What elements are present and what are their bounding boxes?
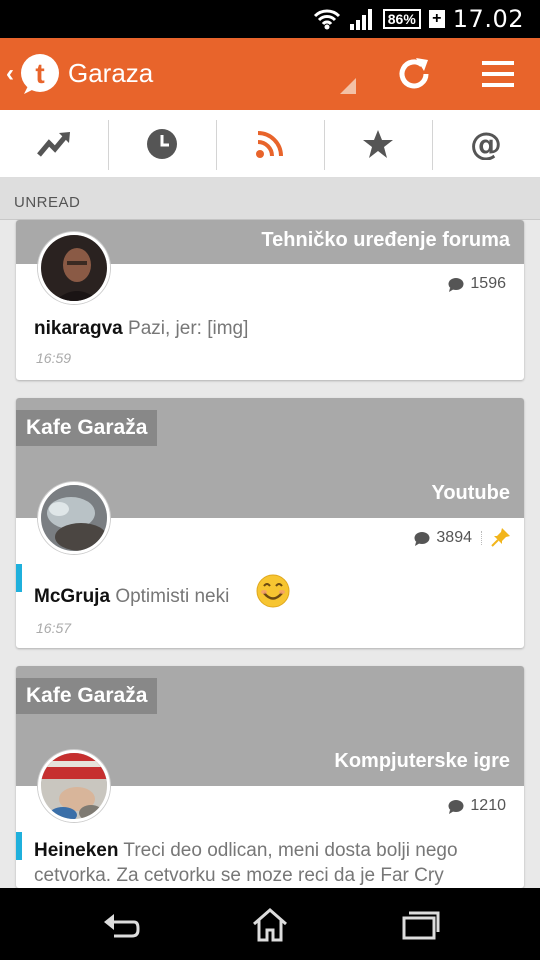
charging-icon: + [428,10,445,28]
refresh-icon[interactable] [394,54,434,94]
trending-icon [37,131,70,157]
post-author[interactable]: Heineken [34,840,118,861]
signal-icon [349,9,372,30]
comment-icon [414,531,430,546]
tab-mentions[interactable]: @ [432,110,540,177]
avatar[interactable] [38,232,110,304]
battery-indicator: 86% [382,9,421,29]
comment-icon [448,799,464,814]
forum-title[interactable]: Garaza [68,58,153,89]
clock-icon [147,128,177,159]
count-separator [481,531,482,545]
category-label[interactable]: Kafe Garaža [16,678,158,714]
recent-apps-icon[interactable] [400,906,440,942]
clock: 17.02 [452,5,524,33]
back-icon[interactable] [100,906,140,942]
tapatalk-logo-icon[interactable]: t [18,52,62,96]
unread-marker [16,832,22,860]
system-nav-bar [0,888,540,960]
post-author[interactable]: nikaragva [34,318,123,339]
tab-trending[interactable] [0,110,108,177]
wifi-icon [313,9,340,30]
dropdown-triangle-icon[interactable] [340,78,356,94]
at-icon: @ [470,128,502,160]
section-header: UNREAD [0,178,540,220]
feed-icon [256,130,283,158]
back-chevron-icon[interactable]: ‹ [6,60,14,88]
status-bar: 86% + 17.02 [0,0,540,38]
reply-count: 1596 [448,275,506,293]
post-preview: nikaragva Pazi, jer: [img] [34,316,506,341]
topic-card[interactable]: Tehničko uređenje foruma 1596 nikaragva … [16,220,524,380]
svg-text:@: @ [470,128,502,160]
topic-title[interactable]: Kompjuterske igre [334,750,510,773]
menu-icon[interactable] [482,58,514,90]
tab-unread[interactable] [216,110,324,177]
reply-count: 3894 [414,529,472,547]
post-time: 16:59 [36,350,72,366]
topic-card[interactable]: Kafe Garaža Youtube 3894 McGruja Optimis… [16,398,524,648]
post-text: Pazi, jer: [img] [128,318,249,339]
app-bar: ‹ t Garaza [0,38,540,110]
tab-bar: @ [0,110,540,178]
unread-marker [16,564,22,592]
section-label: UNREAD [14,194,81,211]
post-preview: Heineken Treci deo odlican, meni dosta b… [34,838,506,888]
topic-title[interactable]: Tehničko uređenje foruma [261,229,510,252]
home-icon[interactable] [250,906,290,942]
avatar[interactable] [38,482,110,554]
category-label[interactable]: Kafe Garaža [16,410,158,446]
tab-favorites[interactable] [324,110,432,177]
star-icon [363,129,393,158]
pin-icon [491,528,510,547]
comment-icon [448,277,464,292]
post-time: 16:57 [36,620,72,636]
topic-card[interactable]: Kafe Garaža Kompjuterske igre 1210 Heine… [16,666,524,888]
post-author[interactable]: McGruja [34,586,110,607]
reply-count: 1210 [448,797,506,815]
tab-timeline[interactable] [108,110,216,177]
avatar[interactable] [38,750,110,822]
svg-text:t: t [35,58,44,89]
topic-title[interactable]: Youtube [431,482,510,505]
smiley-emoji-icon [256,574,290,608]
post-text: Optimisti neki [115,586,230,607]
